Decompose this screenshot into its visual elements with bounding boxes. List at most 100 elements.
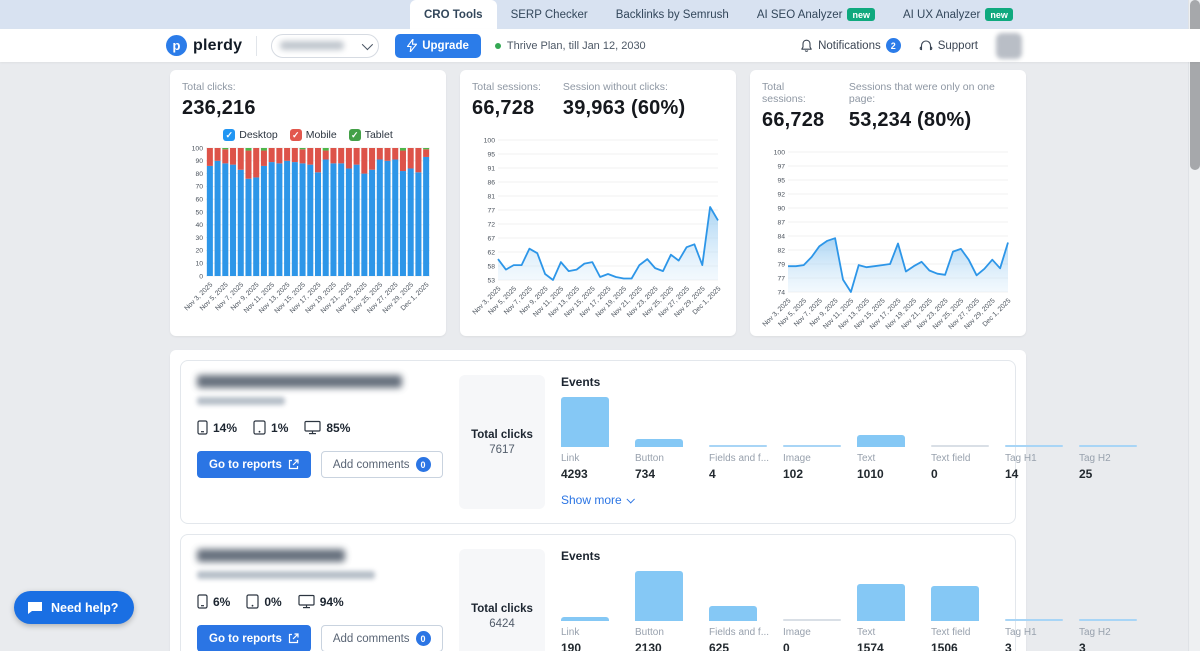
event-bar[interactable] — [783, 619, 841, 621]
event-bar-zone — [1079, 565, 1153, 621]
sessions-without-clicks-area-chart[interactable]: 10095918681777267625853Nov 3, 2025Nov 5,… — [472, 134, 724, 339]
event-bar[interactable] — [709, 606, 757, 621]
event-bar[interactable] — [931, 586, 979, 621]
event-label: Button — [635, 627, 699, 638]
event-bar[interactable] — [1079, 445, 1137, 447]
need-help-label: Need help? — [51, 601, 118, 615]
checkbox-icon[interactable]: ✓ — [349, 129, 361, 141]
go-to-reports-button[interactable]: Go to reports — [197, 625, 311, 651]
event-bar[interactable] — [709, 445, 767, 447]
checkbox-icon[interactable]: ✓ — [290, 129, 302, 141]
report-buttons: Go to reports Add comments 0 — [197, 451, 459, 478]
event-bar[interactable] — [1005, 619, 1063, 621]
event-bar[interactable] — [857, 584, 905, 621]
plerdy-logo[interactable]: p plerdy — [166, 35, 242, 56]
stats-row: Total sessions: 66,728 Sessions that wer… — [762, 81, 1014, 132]
report-summary: 14% 1% 85% Go to reports — [197, 375, 459, 509]
main-content: Total clicks: 236,216 ✓Desktop✓Mobile✓Ta… — [0, 62, 1200, 651]
legend-label: Tablet — [365, 129, 393, 141]
event-bar[interactable] — [561, 617, 609, 622]
clicks-by-device-bar-chart[interactable]: 1009080706050403020100Nov 3, 2025Nov 5, … — [182, 143, 434, 325]
event-column-image: Image102 — [783, 391, 857, 481]
event-label: Tag H1 — [1005, 453, 1069, 464]
user-avatar[interactable] — [996, 33, 1022, 59]
event-label: Fields and f... — [709, 627, 773, 638]
event-column-text-field: Text field0 — [931, 391, 1005, 481]
svg-text:90: 90 — [195, 158, 203, 165]
svg-text:60: 60 — [195, 197, 203, 204]
event-label: Button — [635, 453, 699, 464]
event-bar[interactable] — [1005, 445, 1063, 447]
total-sessions-label: Total sessions: — [472, 81, 541, 93]
tab-cro-tools[interactable]: CRO Tools — [410, 0, 497, 29]
go-to-reports-label: Go to reports — [209, 459, 282, 471]
go-to-reports-label: Go to reports — [209, 633, 282, 645]
blurred-domain-name — [280, 41, 344, 50]
go-to-reports-button[interactable]: Go to reports — [197, 451, 311, 478]
notifications-button[interactable]: Notifications 2 — [800, 38, 901, 53]
add-comments-button[interactable]: Add comments 0 — [321, 451, 443, 478]
scrollbar-thumb[interactable] — [1190, 0, 1200, 170]
event-bar-zone — [709, 565, 783, 621]
event-column-tag-h2: Tag H23 — [1079, 565, 1153, 651]
event-bar[interactable] — [783, 445, 841, 447]
legend-item-mobile[interactable]: ✓Mobile — [290, 129, 337, 141]
report-events-section: Total clicks 6424 Events Link190Button21… — [459, 549, 1153, 651]
add-comments-button[interactable]: Add comments 0 — [321, 625, 443, 651]
legend-label: Desktop — [239, 129, 278, 141]
legend-item-desktop[interactable]: ✓ Desktop — [223, 129, 278, 141]
event-bar[interactable] — [857, 435, 905, 447]
event-bar-zone — [783, 565, 857, 621]
event-value: 0 — [931, 467, 1005, 481]
scrollbar-track[interactable] — [1188, 0, 1200, 651]
svg-text:97: 97 — [777, 163, 785, 170]
tab-ai-seo-analyzer[interactable]: AI SEO Analyzernew — [743, 0, 889, 29]
event-value: 1574 — [857, 641, 931, 651]
event-bar[interactable] — [635, 571, 683, 621]
svg-text:90: 90 — [777, 205, 785, 212]
show-more-link[interactable]: Show more — [561, 493, 633, 507]
desktop-percent: 85% — [326, 421, 350, 435]
event-bar[interactable] — [931, 445, 989, 447]
event-column-fields-and-f-: Fields and f... 625 — [709, 565, 783, 651]
event-bar[interactable] — [561, 397, 609, 447]
bell-icon — [800, 39, 813, 53]
comments-count-badge: 0 — [416, 457, 431, 472]
report-card: 14% 1% 85% Go to reports — [180, 360, 1016, 524]
new-badge: new — [847, 8, 875, 21]
tab-ai-ux-analyzer[interactable]: AI UX Analyzernew — [889, 0, 1027, 29]
tab-backlinks-by-semrush[interactable]: Backlinks by Semrush — [602, 0, 743, 29]
blurred-report-url[interactable] — [197, 397, 285, 405]
total-clicks-box-value: 7617 — [489, 444, 515, 456]
checkbox-icon[interactable]: ✓ — [223, 129, 235, 141]
event-value: 625 — [709, 641, 783, 651]
plan-status-dot — [495, 43, 501, 49]
svg-text:67: 67 — [487, 235, 495, 242]
total-clicks-value: 236,216 — [182, 97, 434, 120]
support-button[interactable]: Support — [919, 39, 978, 53]
event-column-tag-h1: Tag H1 14 — [1005, 391, 1079, 481]
plerdy-dashboard: CRO ToolsSERP CheckerBacklinks by Semrus… — [0, 0, 1200, 651]
blurred-report-url[interactable] — [197, 571, 375, 579]
event-value: 0 — [783, 641, 857, 651]
total-clicks-box-label: Total clicks — [471, 603, 533, 615]
svg-text:10: 10 — [195, 261, 203, 268]
event-bar-zone — [561, 565, 635, 621]
event-value: 14 — [1005, 467, 1079, 481]
event-column-button: Button2130 — [635, 565, 709, 651]
sessions-without-clicks-card: Total sessions: 66,728 Session without c… — [460, 70, 736, 336]
total-sessions-label: Total sessions: — [762, 81, 827, 105]
event-bar-zone — [1005, 391, 1079, 447]
legend-item-tablet[interactable]: ✓ Tablet — [349, 129, 393, 141]
need-help-button[interactable]: Need help? — [14, 591, 134, 624]
tab-serp-checker[interactable]: SERP Checker — [497, 0, 602, 29]
headset-icon — [919, 39, 933, 53]
upgrade-button[interactable]: Upgrade — [395, 34, 481, 58]
event-label: Link — [561, 453, 625, 464]
domain-select-dropdown[interactable] — [271, 34, 379, 58]
summary-cards-row: Total clicks: 236,216 ✓Desktop✓Mobile✓Ta… — [170, 70, 1200, 336]
event-column-image: Image0 — [783, 565, 857, 651]
event-bar[interactable] — [1079, 619, 1137, 621]
sessions-one-page-area-chart[interactable]: 10097959290878482797774Nov 3, 2025Nov 5,… — [762, 146, 1014, 351]
event-bar[interactable] — [635, 439, 683, 448]
